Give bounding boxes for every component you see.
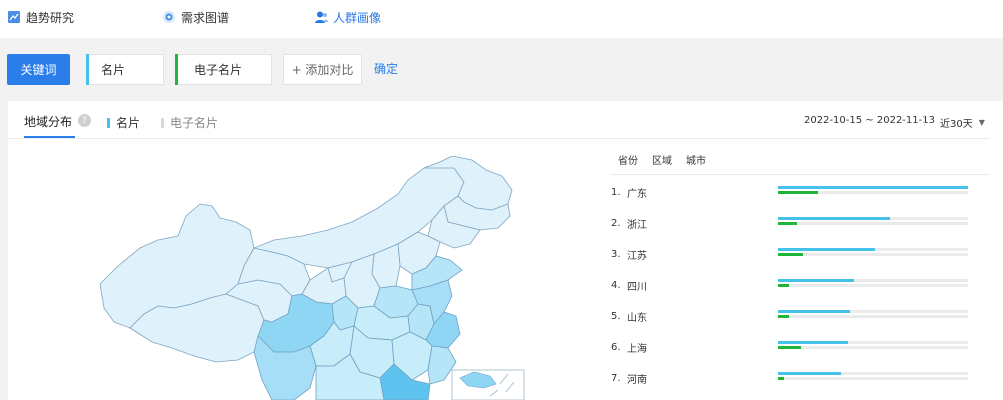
bar-primary: [778, 372, 841, 375]
keyword-chip-label: 名片: [101, 63, 126, 77]
chevron-down-icon: ▼: [978, 118, 985, 127]
legend-item-primary[interactable]: 名片: [107, 114, 140, 131]
china-map[interactable]: [88, 156, 528, 400]
bar-track: [778, 222, 968, 225]
tab-region[interactable]: 区域: [652, 152, 672, 167]
ranking-bars: [778, 310, 968, 319]
divider: [610, 174, 990, 175]
province-name: 山东: [627, 312, 647, 324]
period-select[interactable]: 近30天 ▼: [940, 115, 985, 130]
nav-item-demand-graph[interactable]: 需求图谱: [162, 0, 229, 34]
keyword-chip-2[interactable]: 电子名片: [175, 54, 272, 85]
confirm-link[interactable]: 确定: [374, 60, 398, 77]
keyword-chip-1[interactable]: 名片: [86, 54, 164, 85]
tab-city[interactable]: 城市: [686, 152, 706, 167]
province-name: 浙江: [627, 219, 647, 231]
nav-item-crowd-portrait[interactable]: 人群画像: [314, 0, 381, 34]
keyword-toolbar: 关键词 名片 电子名片 + 添加对比 确定: [0, 38, 1003, 100]
legend-swatch: [107, 117, 110, 128]
rank-number: 3.: [611, 248, 621, 260]
panel-header: 地域分布 ? 名片 电子名片 2022-10-15 ~ 2022-11-13 近…: [8, 101, 990, 139]
bar-secondary: [778, 315, 790, 318]
legend-label: 电子名片: [170, 116, 219, 130]
bar-secondary: [778, 346, 801, 349]
top-navigation: 趋势研究 需求图谱 人群画像: [0, 0, 1003, 38]
rank-number: 6.: [611, 341, 621, 353]
ranking-row: 3. 江苏: [611, 247, 667, 262]
rank-number: 7.: [611, 372, 621, 384]
bar-primary: [778, 310, 851, 313]
keyword-color-bar: [86, 54, 89, 85]
ranking-row: 4. 四川: [611, 278, 667, 293]
ranking-row: 7. 河南: [611, 371, 667, 386]
bar-track: [778, 284, 968, 287]
bar-primary: [778, 248, 875, 251]
bar-secondary: [778, 253, 803, 256]
region-distribution-panel: 地域分布 ? 名片 电子名片 2022-10-15 ~ 2022-11-13 近…: [8, 101, 1003, 400]
rank-number: 5.: [611, 310, 621, 322]
tab-province[interactable]: 省份: [618, 152, 638, 167]
legend-swatch: [161, 117, 164, 128]
tab-region-distribution[interactable]: 地域分布: [24, 113, 72, 130]
keyword-color-bar: [175, 54, 178, 85]
ranking-bars: [778, 248, 968, 257]
bar-primary: [778, 341, 849, 344]
add-compare-button[interactable]: + 添加对比: [283, 54, 362, 85]
bar-primary: [778, 217, 891, 220]
help-icon[interactable]: ?: [78, 114, 91, 127]
nav-item-label: 趋势研究: [26, 10, 75, 25]
rank-number: 2.: [611, 217, 621, 229]
nav-item-label: 需求图谱: [181, 10, 230, 25]
south-china-sea-inset: [451, 369, 525, 400]
users-icon: [314, 10, 328, 24]
trend-chart-icon: [7, 10, 21, 24]
active-tab-indicator: [24, 136, 75, 138]
nav-item-label: 人群画像: [333, 10, 382, 25]
nav-item-trend[interactable]: 趋势研究: [7, 0, 74, 34]
radar-icon: [162, 10, 176, 24]
keyword-chip-label: 电子名片: [194, 63, 243, 77]
rank-number: 4.: [611, 279, 621, 291]
ranking-bars: [778, 217, 968, 226]
province-name: 江苏: [627, 250, 647, 262]
ranking-row: 5. 山东: [611, 309, 667, 324]
province-name: 广东: [627, 188, 647, 200]
ranking-bars: [778, 341, 968, 350]
bar-track: [778, 346, 968, 349]
ranking-row: 2. 浙江: [611, 216, 667, 231]
rank-number: 1.: [611, 186, 621, 198]
bar-primary: [778, 279, 854, 282]
ranking-row: 6. 上海: [611, 340, 667, 355]
period-value: 近30天: [940, 119, 973, 130]
bar-primary: [778, 186, 968, 189]
ranking-tabs: 省份 区域 城市: [618, 152, 720, 167]
province-name: 上海: [627, 343, 647, 355]
province-name: 四川: [627, 281, 647, 293]
date-range: 2022-10-15 ~ 2022-11-13: [804, 115, 935, 126]
legend-label: 名片: [116, 116, 141, 130]
province-name: 河南: [627, 374, 647, 386]
bar-secondary: [778, 284, 790, 287]
legend-item-secondary[interactable]: 电子名片: [161, 114, 218, 131]
bar-secondary: [778, 191, 818, 194]
ranking-bars: [778, 279, 968, 288]
bar-track: [778, 253, 968, 256]
keyword-button[interactable]: 关键词: [7, 54, 70, 85]
bar-secondary: [778, 222, 797, 225]
ranking-bars: [778, 372, 968, 381]
bar-track: [778, 315, 968, 318]
ranking-row: 1. 广东: [611, 185, 667, 200]
divider: [924, 115, 925, 126]
bar-secondary: [778, 377, 784, 380]
ranking-bars: [778, 186, 968, 195]
bar-track: [778, 377, 968, 380]
